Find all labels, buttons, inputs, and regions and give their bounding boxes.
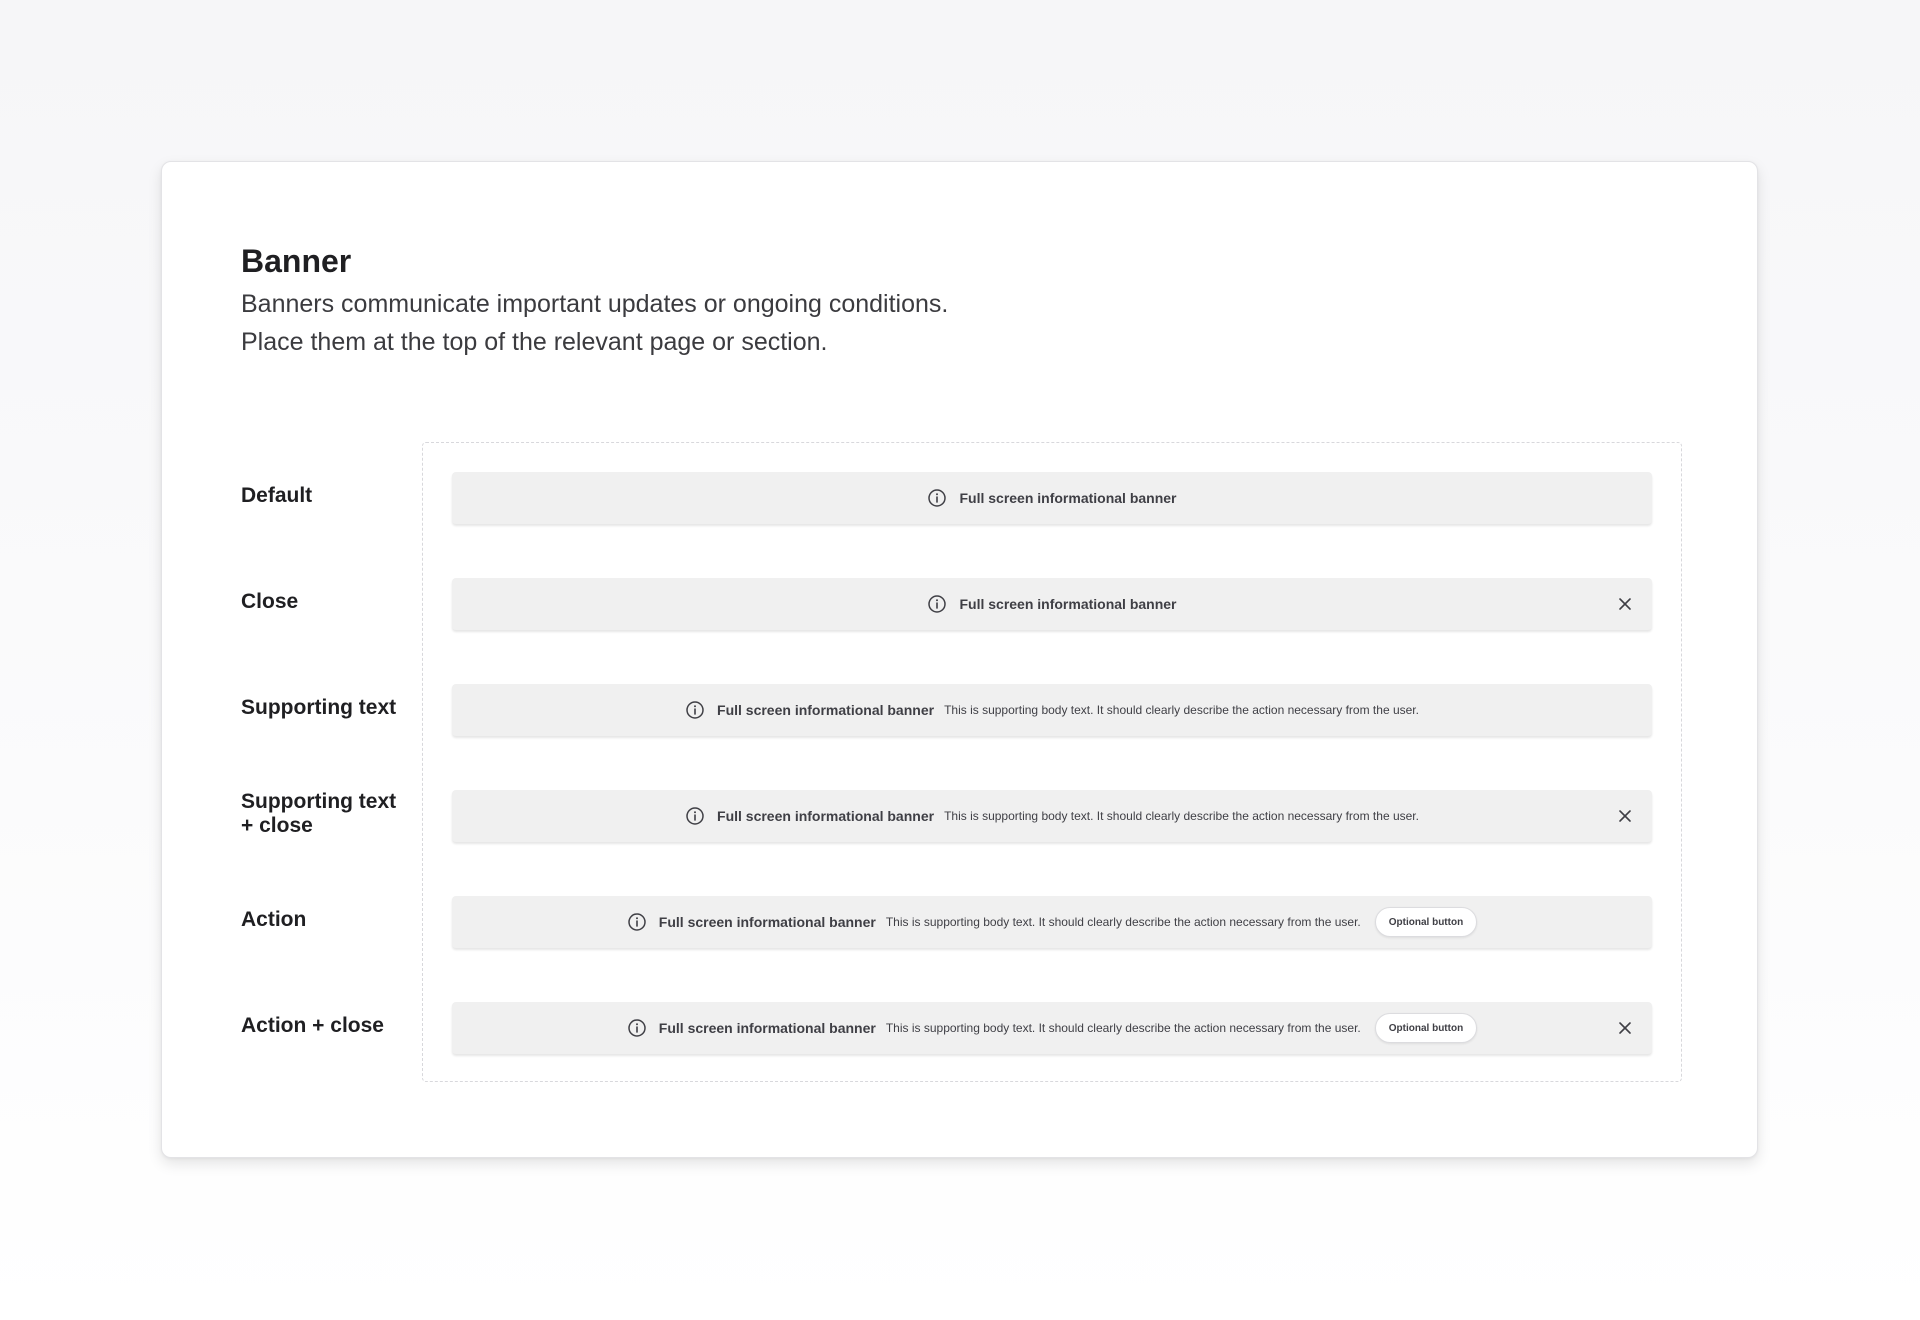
optional-button[interactable]: Optional button [1374, 907, 1478, 937]
banner-body-text: This is supporting body text. It should … [944, 809, 1419, 823]
banner-close: Full screen informational banner [452, 578, 1652, 630]
banner-spec-card: Banner Banners communicate important upd… [161, 161, 1758, 1158]
description-line-2: Place them at the top of the relevant pa… [241, 328, 828, 356]
row-label-supporting-text-close: Supporting text + close [241, 790, 421, 838]
page-description: Banners communicate important updates or… [241, 285, 948, 361]
row-label-action-close: Action + close [241, 1014, 384, 1037]
info-icon [927, 594, 947, 614]
info-icon [685, 806, 705, 826]
row-label-default: Default [241, 484, 313, 507]
description-line-1: Banners communicate important updates or… [241, 290, 949, 318]
banner-title: Full screen informational banner [717, 808, 935, 824]
banner-title: Full screen informational banner [959, 490, 1177, 506]
close-icon[interactable] [1618, 809, 1632, 823]
info-icon [627, 912, 647, 932]
banner-title: Full screen informational banner [959, 596, 1177, 612]
optional-button[interactable]: Optional button [1374, 1013, 1478, 1043]
banner-title: Full screen informational banner [658, 914, 876, 930]
row-label-action: Action [241, 908, 307, 931]
info-icon [927, 488, 947, 508]
row-label-line-2: + close [241, 814, 313, 837]
banner-title: Full screen informational banner [717, 702, 935, 718]
banner-title: Full screen informational banner [658, 1020, 876, 1036]
banner-supporting-text-close: Full screen informational banner This is… [452, 790, 1652, 842]
banner-action: Full screen informational banner This is… [452, 896, 1652, 948]
page-title: Banner [241, 243, 352, 279]
row-label-line-1: Supporting text [241, 790, 397, 813]
banner-body-text: This is supporting body text. It should … [944, 703, 1419, 717]
info-icon [685, 700, 705, 720]
banner-body-text: This is supporting body text. It should … [885, 915, 1361, 929]
row-label-close: Close [241, 590, 299, 613]
banner-supporting-text: Full screen informational banner This is… [452, 684, 1652, 736]
banner-default: Full screen informational banner [452, 472, 1652, 524]
row-label-supporting-text: Supporting text [241, 696, 397, 719]
banner-body-text: This is supporting body text. It should … [885, 1021, 1361, 1035]
close-icon[interactable] [1618, 597, 1632, 611]
banner-action-close: Full screen informational banner This is… [452, 1002, 1652, 1054]
info-icon [627, 1018, 647, 1038]
banner-examples-frame [422, 442, 1682, 1082]
close-icon[interactable] [1618, 1021, 1632, 1035]
